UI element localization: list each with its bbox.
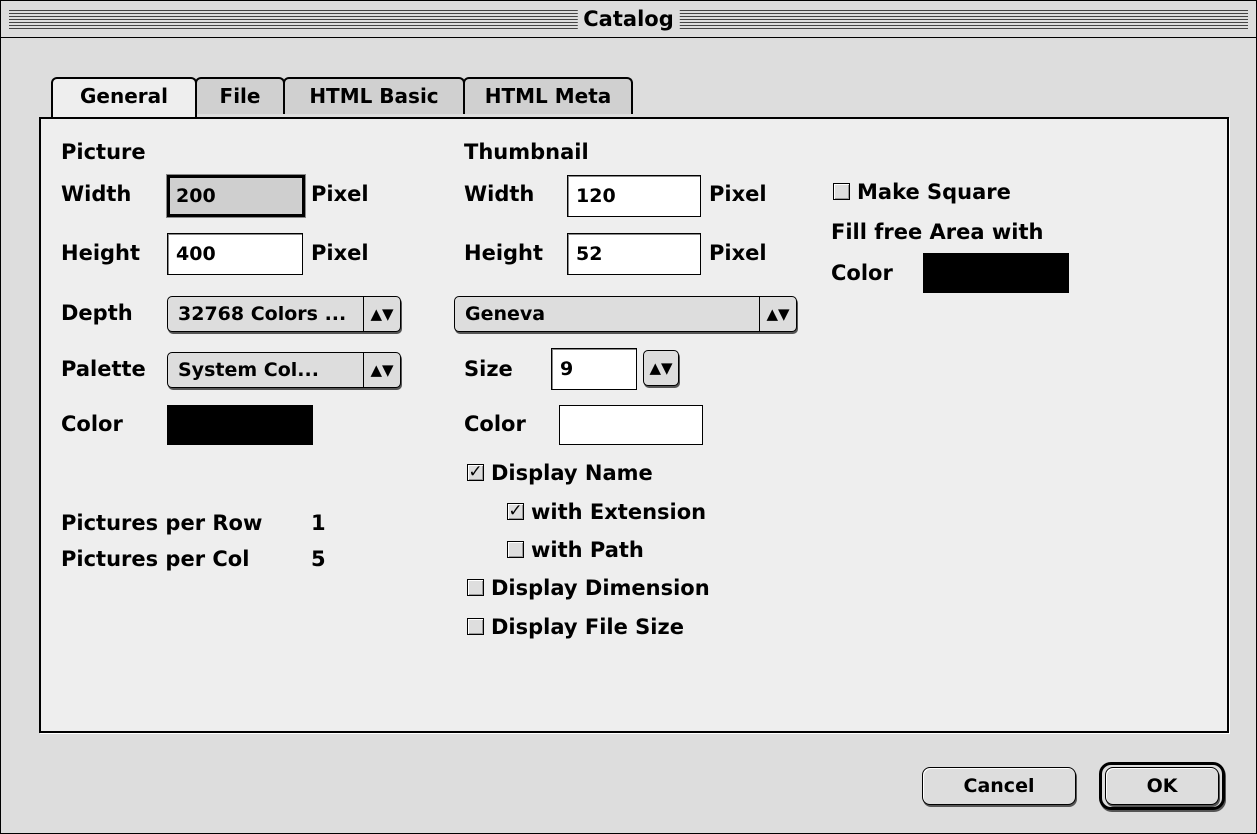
display-file-size-label[interactable]: Display File Size	[491, 614, 684, 640]
display-name-checkbox[interactable]: ✓	[467, 464, 484, 481]
popup-arrows-icon: ▲▼	[759, 297, 796, 331]
with-path-label[interactable]: with Path	[531, 537, 644, 563]
thumbnail-height-input[interactable]: 52	[567, 233, 701, 275]
with-path-checkbox[interactable]	[507, 541, 524, 558]
display-file-size-checkbox[interactable]	[467, 618, 484, 635]
picture-width-unit: Pixel	[311, 182, 369, 206]
depth-label: Depth	[61, 301, 133, 325]
picture-color-swatch[interactable]	[167, 405, 313, 445]
thumbnail-width-input[interactable]: 120	[567, 175, 701, 217]
display-name-label[interactable]: Display Name	[491, 460, 653, 486]
picture-width-input[interactable]: 200	[167, 175, 305, 217]
with-extension-label[interactable]: with Extension	[531, 499, 706, 525]
general-tab-panel: Picture Width 200 Pixel Height 400 Pixel…	[39, 117, 1229, 733]
thumbnail-color-label: Color	[464, 412, 526, 436]
thumbnail-height-unit: Pixel	[709, 241, 767, 265]
picture-heading: Picture	[61, 140, 146, 164]
size-label: Size	[464, 357, 513, 381]
thumbnail-color-swatch[interactable]	[559, 405, 703, 445]
picture-height-label: Height	[61, 241, 141, 265]
window-title: Catalog	[577, 6, 680, 33]
size-stepper[interactable]: ▲▼	[643, 350, 679, 386]
thumbnail-heading: Thumbnail	[464, 140, 589, 164]
tab-html-meta[interactable]: HTML Meta	[463, 77, 633, 114]
thumbnail-width-label: Width	[464, 182, 535, 206]
palette-popup[interactable]: System Col... ▲▼	[167, 352, 401, 388]
popup-arrows-icon: ▲▼	[363, 353, 400, 387]
fill-color-label: Color	[831, 261, 893, 285]
make-square-label[interactable]: Make Square	[857, 179, 1011, 205]
thumbnail-height-label: Height	[464, 241, 544, 265]
stepper-arrows-icon: ▲▼	[649, 359, 673, 377]
title-bar[interactable]: Catalog	[1, 1, 1256, 38]
pictures-per-row-label: Pictures per Row	[61, 511, 263, 535]
pictures-per-col-value: 5	[311, 547, 326, 571]
picture-height-unit: Pixel	[311, 241, 369, 265]
palette-label: Palette	[61, 357, 146, 381]
pictures-per-col-label: Pictures per Col	[61, 547, 250, 571]
pictures-per-row-value: 1	[311, 511, 326, 535]
size-input[interactable]: 9	[551, 348, 637, 390]
picture-color-label: Color	[61, 412, 123, 436]
with-extension-checkbox[interactable]: ✓	[507, 503, 524, 520]
font-popup-value: Geneva	[465, 303, 546, 325]
font-popup[interactable]: Geneva ▲▼	[454, 296, 797, 332]
picture-height-input[interactable]: 400	[167, 233, 303, 275]
thumbnail-width-unit: Pixel	[709, 182, 767, 206]
make-square-checkbox[interactable]	[833, 183, 850, 200]
tab-html-basic[interactable]: HTML Basic	[283, 77, 465, 114]
depth-popup-value: 32768 Colors ...	[178, 303, 347, 325]
fill-color-swatch[interactable]	[923, 253, 1069, 293]
fill-free-area-label: Fill free Area with	[831, 220, 1044, 244]
tab-file[interactable]: File	[195, 77, 285, 114]
catalog-dialog: Catalog General File HTML Basic HTML Met…	[0, 0, 1257, 834]
display-dimension-label[interactable]: Display Dimension	[491, 575, 710, 601]
display-dimension-checkbox[interactable]	[467, 579, 484, 596]
cancel-button[interactable]: Cancel	[922, 767, 1076, 805]
popup-arrows-icon: ▲▼	[363, 297, 400, 331]
tab-general[interactable]: General	[51, 77, 197, 117]
palette-popup-value: System Col...	[178, 359, 319, 381]
picture-width-label: Width	[61, 182, 132, 206]
depth-popup[interactable]: 32768 Colors ... ▲▼	[167, 296, 401, 332]
ok-button[interactable]: OK	[1105, 767, 1219, 805]
